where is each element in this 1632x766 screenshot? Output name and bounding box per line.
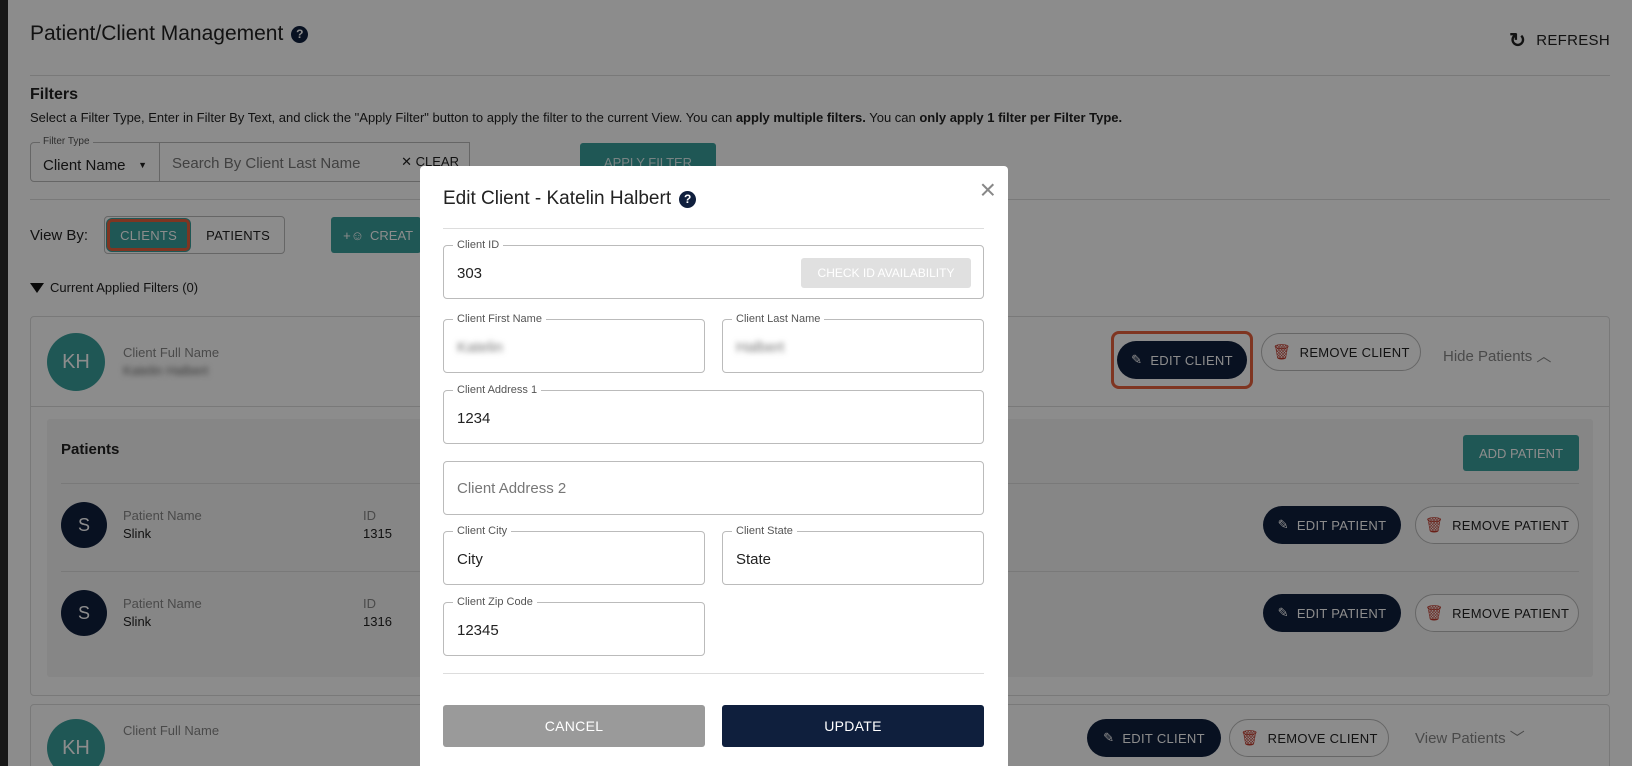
client-city-value: City bbox=[457, 551, 483, 568]
help-icon[interactable]: ? bbox=[679, 190, 697, 208]
client-address-2-placeholder: Client Address 2 bbox=[457, 480, 567, 497]
close-icon[interactable]: × bbox=[980, 174, 996, 206]
client-city-field[interactable]: Client City City bbox=[443, 525, 705, 585]
modal-divider bbox=[443, 673, 984, 674]
modal-divider bbox=[443, 228, 984, 229]
client-first-name-value: Katelin bbox=[457, 339, 503, 356]
client-address-1-field[interactable]: Client Address 1 1234 bbox=[443, 384, 984, 444]
client-zip-code-value: 12345 bbox=[457, 622, 499, 639]
client-last-name-field[interactable]: Client Last Name Halbert bbox=[722, 313, 984, 373]
update-button[interactable]: UPDATE bbox=[722, 705, 984, 747]
edit-client-modal: Edit Client - Katelin Halbert ? × Client… bbox=[420, 166, 1008, 766]
client-id-label: Client ID bbox=[453, 239, 504, 251]
cancel-button[interactable]: CANCEL bbox=[443, 705, 705, 747]
client-address-2-field[interactable]: Client Address 2 bbox=[443, 461, 984, 515]
client-last-name-value: Halbert bbox=[736, 339, 785, 356]
client-state-value: State bbox=[736, 551, 772, 568]
client-state-field[interactable]: Client State State bbox=[722, 525, 984, 585]
client-state-label: Client State bbox=[732, 525, 797, 537]
modal-title: Edit Client - Katelin Halbert ? bbox=[443, 188, 697, 210]
modal-title-text: Edit Client - Katelin Halbert bbox=[443, 188, 672, 209]
check-id-availability-button[interactable]: CHECK ID AVAILABILITY bbox=[801, 258, 971, 288]
client-address-1-label: Client Address 1 bbox=[453, 384, 542, 396]
client-zip-code-field[interactable]: Client Zip Code 12345 bbox=[443, 596, 705, 656]
client-zip-code-label: Client Zip Code bbox=[453, 596, 537, 608]
client-first-name-field[interactable]: Client First Name Katelin bbox=[443, 313, 705, 373]
client-address-1-value: 1234 bbox=[457, 410, 491, 427]
client-last-name-label: Client Last Name bbox=[732, 313, 825, 325]
client-id-value: 303 bbox=[457, 265, 483, 282]
client-city-label: Client City bbox=[453, 525, 512, 537]
client-first-name-label: Client First Name bbox=[453, 313, 546, 325]
client-id-field[interactable]: Client ID 303 CHECK ID AVAILABILITY bbox=[443, 239, 984, 299]
